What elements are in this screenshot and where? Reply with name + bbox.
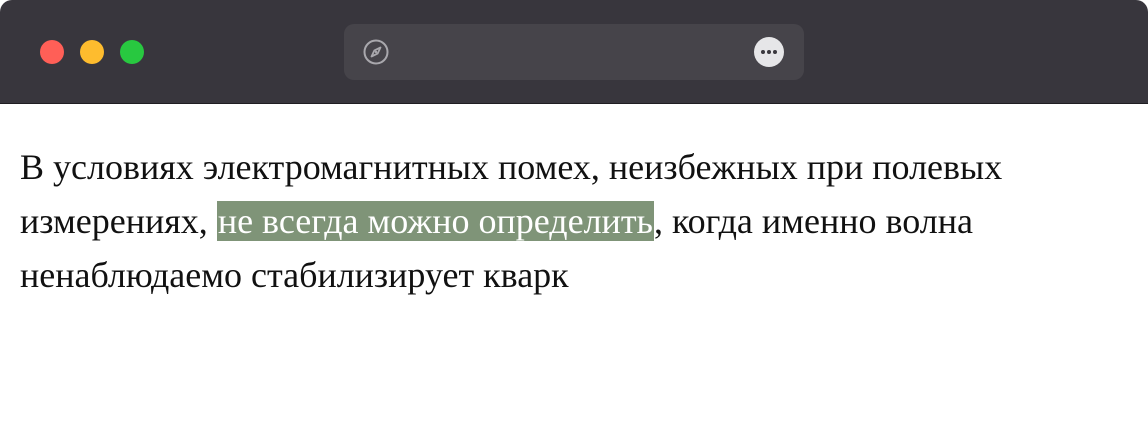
- more-options-icon[interactable]: [754, 37, 784, 67]
- minimize-window-button[interactable]: [80, 40, 104, 64]
- page-text: В условиях электромагнитных помех, неизб…: [20, 140, 1130, 302]
- highlighted-text[interactable]: не всегда можно определить: [216, 201, 654, 241]
- close-window-button[interactable]: [40, 40, 64, 64]
- title-bar: [0, 0, 1148, 104]
- address-bar[interactable]: [344, 24, 804, 80]
- browser-window: В условиях электромагнитных помех, неизб…: [0, 0, 1148, 448]
- maximize-window-button[interactable]: [120, 40, 144, 64]
- compass-icon: [363, 39, 389, 65]
